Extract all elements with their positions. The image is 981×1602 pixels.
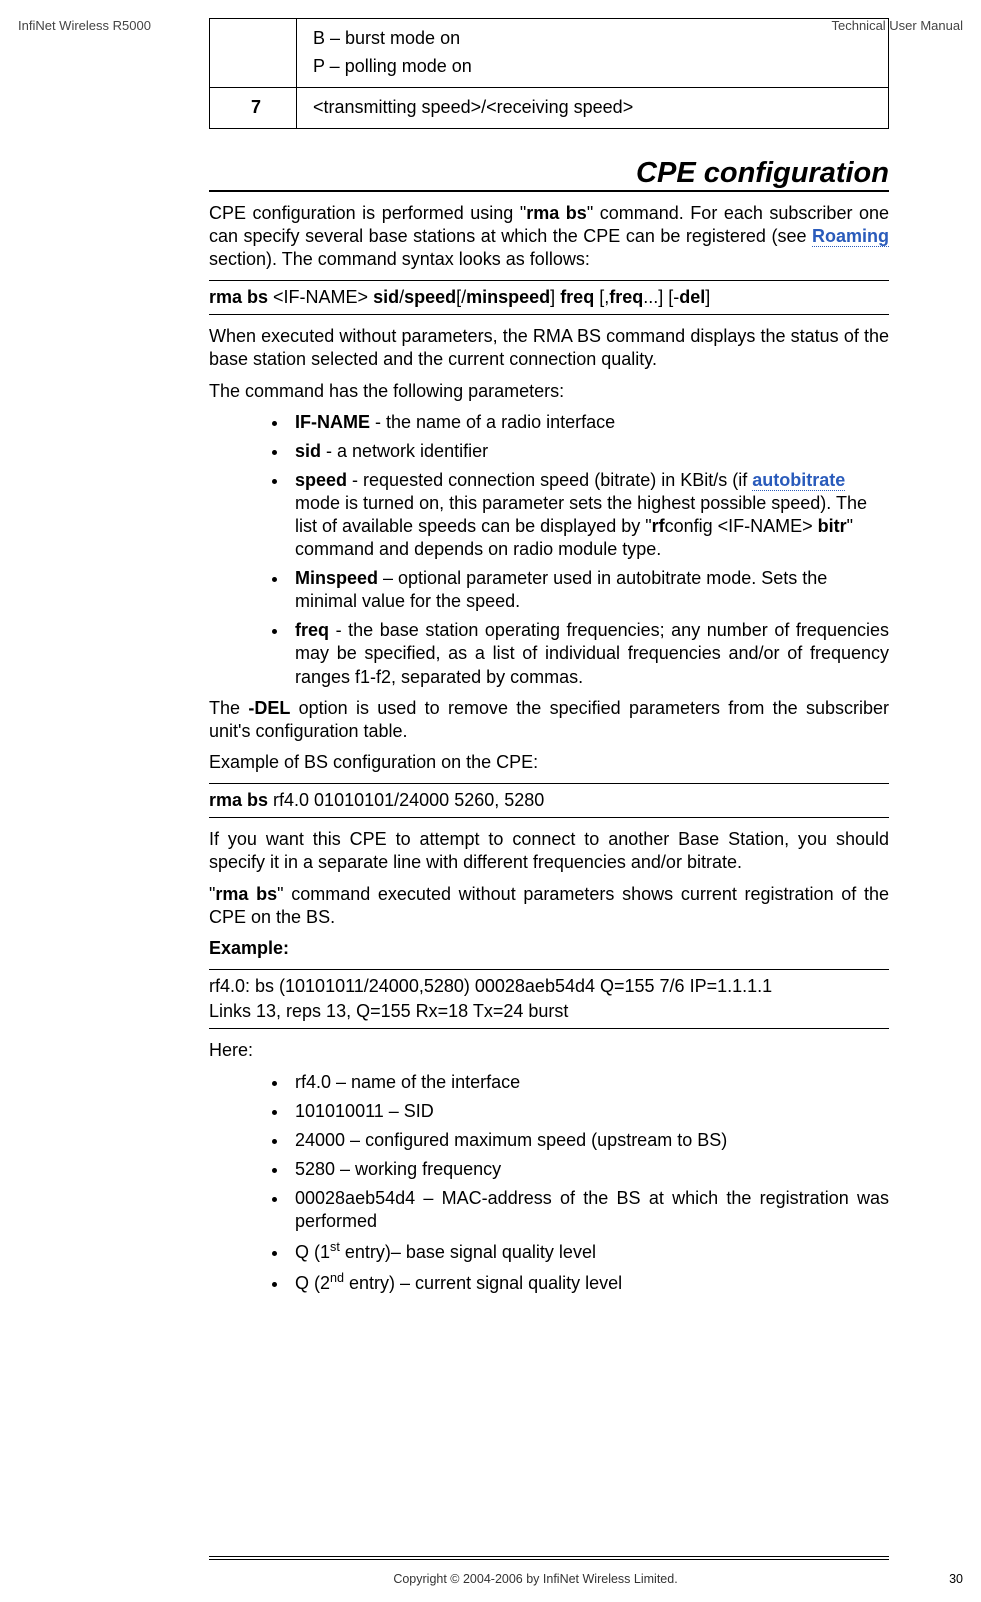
- p1e: section). The command syntax looks as fo…: [209, 249, 590, 269]
- section-title: CPE configuration: [209, 157, 889, 192]
- param-list: IF-NAME - the name of a radio interface …: [209, 411, 889, 688]
- row1-col1: <transmitting speed>/<receiving speed>: [297, 87, 889, 128]
- param-freq: freq - the base station operating freque…: [289, 619, 889, 688]
- command-output: rf4.0: bs (10101011/24000,5280) 00028aeb…: [209, 969, 889, 1029]
- row0-col1: B – burst mode on P – polling mode on: [297, 19, 889, 88]
- roaming-link[interactable]: Roaming: [812, 226, 889, 247]
- out-mac: 00028aeb54d4 – MAC-address of the BS at …: [289, 1187, 889, 1233]
- out-freq: 5280 – working frequency: [289, 1158, 889, 1181]
- command-syntax-1: rma bs <IF-NAME> sid/speed[/minspeed] fr…: [209, 280, 889, 315]
- cmd-output-line-2: Links 13, reps 13, Q=155 Rx=18 Tx=24 bur…: [209, 999, 889, 1024]
- param-ifname: IF-NAME - the name of a radio interface: [289, 411, 889, 434]
- para-8: Example:: [209, 937, 889, 960]
- autobitrate-link[interactable]: autobitrate: [752, 470, 845, 491]
- output-list: rf4.0 – name of the interface 101010011 …: [209, 1071, 889, 1295]
- param-minspeed: Minspeed – optional parameter used in au…: [289, 567, 889, 613]
- page-content: B – burst mode on P – polling mode on 7 …: [209, 18, 963, 1303]
- param-speed: speed - requested connection speed (bitr…: [289, 469, 889, 561]
- row0-col0: [210, 19, 297, 88]
- para-3: The command has the following parameters…: [209, 380, 889, 403]
- para-2: When executed without parameters, the RM…: [209, 325, 889, 372]
- footer-copyright: Copyright © 2004-2006 by InfiNet Wireles…: [0, 1572, 981, 1586]
- para-1: CPE configuration is performed using "rm…: [209, 202, 889, 272]
- para-7: "rma bs" command executed without parame…: [209, 883, 889, 930]
- row0-text2: P – polling mode on: [313, 53, 878, 81]
- command-example-1: rma bs rf4.0 01010101/24000 5260, 5280: [209, 783, 889, 818]
- out-speed: 24000 – configured maximum speed (upstre…: [289, 1129, 889, 1152]
- p1b: rma bs: [526, 203, 587, 223]
- footer-rule: [209, 1556, 889, 1560]
- out-sid: 101010011 – SID: [289, 1100, 889, 1123]
- para-9: Here:: [209, 1039, 889, 1062]
- row0-text1: B – burst mode on: [313, 25, 878, 53]
- para-5: Example of BS configuration on the CPE:: [209, 751, 889, 774]
- p1a: CPE configuration is performed using ": [209, 203, 526, 223]
- row1-col0: 7: [210, 87, 297, 128]
- cmd-output-line-1: rf4.0: bs (10101011/24000,5280) 00028aeb…: [209, 974, 889, 999]
- page-number: 30: [949, 1572, 963, 1586]
- para-4: The -DEL option is used to remove the sp…: [209, 697, 889, 744]
- out-q1: Q (1st entry)– base signal quality level: [289, 1239, 889, 1264]
- para-6: If you want this CPE to attempt to conne…: [209, 828, 889, 875]
- header-left: InfiNet Wireless R5000: [18, 18, 151, 33]
- out-rf: rf4.0 – name of the interface: [289, 1071, 889, 1094]
- mode-table: B – burst mode on P – polling mode on 7 …: [209, 18, 889, 129]
- out-q2: Q (2nd entry) – current signal quality l…: [289, 1270, 889, 1295]
- param-sid: sid - a network identifier: [289, 440, 889, 463]
